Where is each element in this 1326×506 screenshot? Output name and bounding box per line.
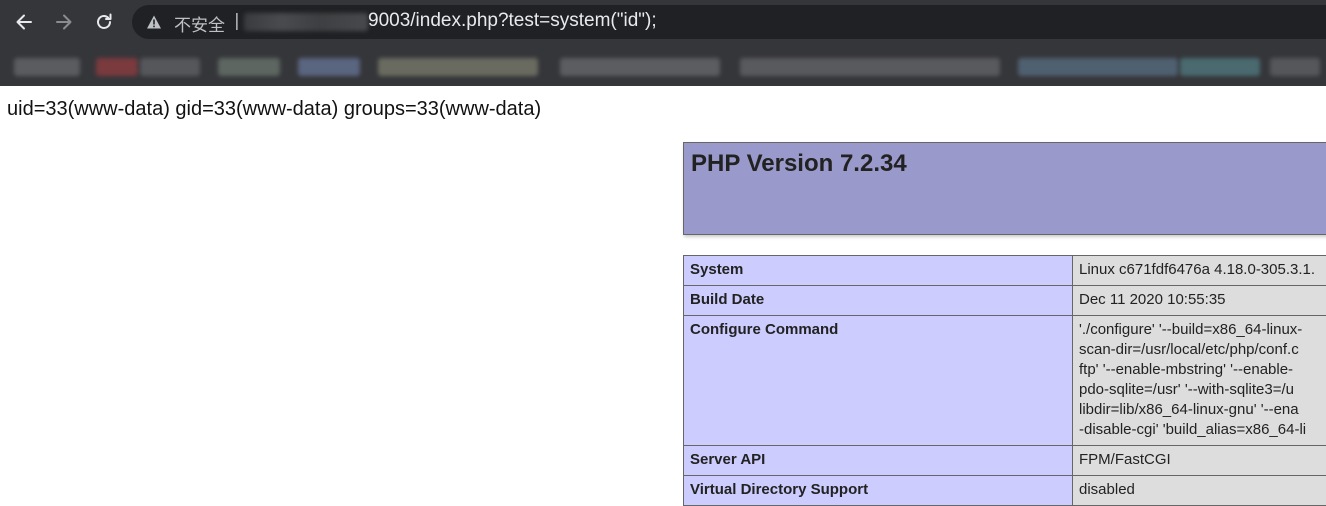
bookmark-item[interactable] — [218, 58, 280, 76]
reload-button[interactable] — [89, 7, 119, 37]
row-value-line: Dec 11 2020 10:55:35 — [1079, 290, 1326, 310]
bookmark-item[interactable] — [140, 58, 200, 76]
row-value-line: libdir=lib/x86_64-linux-gnu' '--ena — [1079, 400, 1326, 420]
bookmark-item[interactable] — [1018, 58, 1178, 76]
table-row: Configure Command'./configure' '--build=… — [684, 316, 1326, 446]
row-value-line: './configure' '--build=x86_64-linux- — [1079, 320, 1326, 340]
row-value-line: scan-dir=/usr/local/etc/php/conf.c — [1079, 340, 1326, 360]
row-value-line: FPM/FastCGI — [1079, 450, 1326, 470]
row-key: Server API — [684, 446, 1073, 476]
table-row: System Linux c671fdf6476a 4.18.0-305.3.1. — [684, 256, 1326, 286]
redacted-host — [244, 13, 368, 31]
url-text[interactable]: 9003/index.php?test=system("id"); — [368, 10, 657, 32]
row-key: Configure Command — [684, 316, 1073, 446]
row-value: Dec 11 2020 10:55:35 — [1073, 286, 1326, 316]
row-value: Linux c671fdf6476a 4.18.0-305.3.1. — [1073, 256, 1326, 286]
bookmark-item[interactable] — [298, 58, 360, 76]
row-key: Virtual Directory Support — [684, 476, 1073, 506]
forward-arrow-icon — [54, 12, 74, 32]
bookmarks-bar — [0, 44, 1326, 86]
back-button[interactable] — [9, 7, 39, 37]
row-value: FPM/FastCGI — [1073, 446, 1326, 476]
bookmark-item[interactable] — [1180, 58, 1260, 76]
forward-button[interactable] — [49, 7, 79, 37]
row-value-line: pdo-sqlite=/usr' '--with-sqlite3=/u — [1079, 380, 1326, 400]
warning-triangle-icon — [146, 14, 162, 30]
bookmark-item[interactable] — [740, 58, 1000, 76]
security-label[interactable]: 不安全 — [174, 11, 225, 36]
bookmark-item[interactable] — [560, 58, 720, 76]
command-output: uid=33(www-data) gid=33(www-data) groups… — [7, 98, 541, 121]
table-row: Server API FPM/FastCGI — [684, 446, 1326, 476]
table-row: Build Date Dec 11 2020 10:55:35 — [684, 286, 1326, 316]
bookmark-item[interactable] — [1270, 58, 1320, 76]
bookmark-item[interactable] — [378, 58, 538, 76]
row-value-line: disabled — [1079, 480, 1326, 500]
url-separator: | — [234, 11, 240, 31]
row-value-line: ftp' '--enable-mbstring' '--enable- — [1079, 360, 1326, 380]
table-row: Virtual Directory Support disabled — [684, 476, 1326, 506]
bookmark-item[interactable] — [96, 58, 138, 76]
row-value-line: Linux c671fdf6476a 4.18.0-305.3.1. — [1079, 260, 1326, 280]
phpinfo-table: System Linux c671fdf6476a 4.18.0-305.3.1.… — [683, 255, 1326, 506]
reload-icon — [94, 12, 114, 32]
row-value: './configure' '--build=x86_64-linux-scan… — [1073, 316, 1326, 446]
browser-toolbar: 不安全 | 9003/index.php?test=system("id"); — [0, 0, 1326, 44]
bookmark-item[interactable] — [14, 58, 80, 76]
row-value: disabled — [1073, 476, 1326, 506]
php-version-header: PHP Version 7.2.34 — [683, 142, 1326, 235]
row-value-line: -disable-cgi' 'build_alias=x86_64-li — [1079, 420, 1326, 440]
back-arrow-icon — [14, 12, 34, 32]
address-bar[interactable]: 不安全 | 9003/index.php?test=system("id"); — [132, 5, 1326, 39]
php-version-title: PHP Version 7.2.34 — [691, 150, 907, 178]
row-key: System — [684, 256, 1073, 286]
row-key: Build Date — [684, 286, 1073, 316]
